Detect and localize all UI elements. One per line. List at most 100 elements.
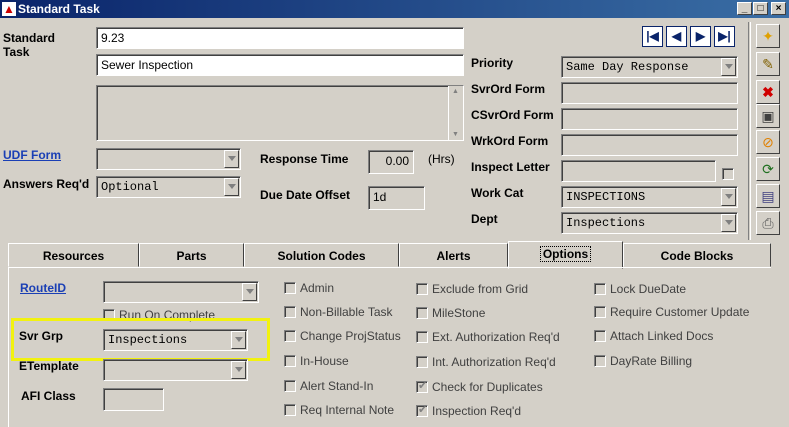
work-cat-value: INSPECTIONS — [566, 190, 646, 204]
udf-form-dropdown[interactable] — [96, 148, 241, 170]
priority-value: Same Day Response — [566, 60, 689, 74]
scroll-down-icon[interactable]: ▼ — [452, 131, 459, 138]
attach-linked-docs-checkbox[interactable]: Attach Linked Docs — [594, 329, 734, 343]
req-internal-note-label: Req Internal Note — [300, 403, 395, 417]
int-authorization-checkbox[interactable]: Int. Authorization Req'd — [416, 355, 576, 369]
route-id-dropdown[interactable] — [103, 281, 259, 303]
print-icon: ⎙ — [762, 215, 774, 231]
due-date-offset-field[interactable]: 1d — [368, 186, 425, 210]
admin-label: Admin — [300, 281, 335, 295]
udf-form-link[interactable]: UDF Form — [3, 148, 61, 162]
non-billable-task-label: Non-Billable Task — [300, 305, 393, 319]
standard-task-window: ▲ Standard Task _ □ × Standard Task 9.23… — [0, 0, 789, 427]
tab-resources[interactable]: Resources — [8, 243, 139, 267]
afi-class-field[interactable] — [103, 388, 164, 411]
picture-icon: ▤ — [761, 188, 775, 204]
chevron-down-icon[interactable] — [231, 361, 246, 379]
etemplate-dropdown[interactable] — [103, 359, 248, 381]
cancel-icon: ⊘ — [762, 134, 774, 150]
non-billable-task-checkbox[interactable]: Non-Billable Task — [284, 305, 404, 319]
chevron-down-icon[interactable] — [242, 283, 257, 301]
description-memo[interactable]: ▲ ▼ — [96, 85, 464, 141]
standard-task-label: Standard Task — [3, 31, 56, 59]
tab-parts[interactable]: Parts — [139, 243, 244, 267]
chevron-down-icon[interactable] — [224, 150, 239, 168]
req-internal-note-checkbox[interactable]: Req Internal Note — [284, 403, 404, 417]
first-record-icon: |◀ — [646, 29, 659, 43]
save-icon: ▣ — [761, 108, 775, 124]
save-button[interactable]: ▣ — [756, 104, 780, 128]
admin-checkbox[interactable]: Admin — [284, 281, 394, 295]
tab-solution-codes[interactable]: Solution Codes — [244, 243, 399, 267]
lock-duedate-checkbox[interactable]: Lock DueDate — [594, 282, 704, 296]
work-cat-label: Work Cat — [471, 186, 524, 200]
alert-stand-in-label: Alert Stand-In — [300, 379, 374, 393]
tab-options[interactable]: Options — [508, 241, 623, 269]
exclude-from-grid-checkbox[interactable]: Exclude from Grid — [416, 282, 546, 296]
last-record-button[interactable]: ▶| — [714, 26, 735, 47]
maximize-button[interactable]: □ — [753, 2, 768, 15]
inspect-letter-checkbox[interactable] — [722, 167, 736, 181]
response-time-label: Response Time — [260, 152, 349, 166]
refresh-button[interactable]: ⟳ — [756, 157, 780, 181]
delete-button[interactable]: ✖ — [756, 80, 780, 104]
scroll-up-icon[interactable]: ▲ — [452, 88, 459, 95]
print-button[interactable]: ⎙ — [756, 211, 780, 235]
priority-dropdown[interactable]: Same Day Response — [561, 56, 738, 78]
exclude-from-grid-label: Exclude from Grid — [432, 282, 529, 296]
csvrord-form-label: CSvrOrd Form — [471, 108, 554, 122]
edit-button[interactable]: ✎ — [756, 52, 780, 76]
int-authorization-label: Int. Authorization Req'd — [432, 355, 556, 369]
cancel-button[interactable]: ⊘ — [756, 130, 780, 154]
alert-stand-in-checkbox[interactable]: Alert Stand-In — [284, 379, 394, 393]
checkmark-icon: ✔ — [418, 404, 428, 416]
route-id-link[interactable]: RouteID — [20, 281, 66, 295]
chevron-down-icon[interactable] — [721, 188, 736, 206]
svrord-form-field[interactable] — [561, 82, 738, 104]
chevron-down-icon[interactable] — [721, 58, 736, 76]
minimize-button[interactable]: _ — [737, 2, 752, 15]
csvrord-form-field[interactable] — [561, 108, 738, 130]
answers-req-dropdown[interactable]: Optional — [96, 176, 241, 198]
tab-alerts[interactable]: Alerts — [399, 243, 508, 267]
inspection-req-label: Inspection Req'd — [432, 404, 522, 418]
chevron-down-icon[interactable] — [721, 214, 736, 232]
wrkord-form-field[interactable] — [561, 134, 738, 156]
task-code-field[interactable]: 9.23 — [96, 27, 464, 49]
inspection-req-checkbox[interactable]: ✔ Inspection Req'd — [416, 404, 536, 418]
next-record-icon: ▶ — [695, 29, 706, 43]
milestone-checkbox[interactable]: MileStone — [416, 306, 526, 320]
prev-record-button[interactable]: ◀ — [666, 26, 687, 47]
first-record-button[interactable]: |◀ — [642, 26, 663, 47]
inspect-letter-field[interactable] — [561, 160, 716, 182]
svrord-form-label: SvrOrd Form — [471, 82, 546, 96]
memo-scrollbar[interactable]: ▲ ▼ — [448, 86, 463, 140]
prev-record-icon: ◀ — [671, 29, 682, 43]
ext-authorization-checkbox[interactable]: Ext. Authorization Req'd — [416, 330, 576, 344]
response-time-field[interactable]: 0.00 — [368, 150, 414, 174]
dept-value: Inspections — [566, 216, 646, 230]
afi-class-label: AFI Class — [21, 389, 76, 403]
task-name-field[interactable]: Sewer Inspection — [96, 54, 464, 76]
milestone-label: MileStone — [432, 306, 486, 320]
check-for-duplicates-checkbox[interactable]: ✔ Check for Duplicates — [416, 380, 556, 394]
answers-req-label: Answers Req'd — [3, 177, 90, 191]
ext-authorization-label: Ext. Authorization Req'd — [432, 330, 560, 344]
work-cat-dropdown[interactable]: INSPECTIONS — [561, 186, 738, 208]
due-date-offset-label: Due Date Offset — [260, 188, 351, 202]
window-title: Standard Task — [18, 2, 100, 16]
close-button[interactable]: × — [771, 2, 786, 15]
next-record-button[interactable]: ▶ — [690, 26, 711, 47]
edit-icon: ✎ — [762, 56, 774, 72]
inspect-letter-label: Inspect Letter — [471, 160, 550, 174]
dayrate-billing-checkbox[interactable]: DayRate Billing — [594, 354, 714, 368]
picture-button[interactable]: ▤ — [756, 184, 780, 208]
dept-dropdown[interactable]: Inspections — [561, 212, 738, 234]
delete-icon: ✖ — [762, 84, 774, 100]
chevron-down-icon[interactable] — [224, 178, 239, 196]
new-button[interactable]: ✦ — [756, 24, 780, 48]
in-house-checkbox[interactable]: In-House — [284, 354, 394, 368]
tab-code-blocks[interactable]: Code Blocks — [623, 243, 771, 267]
require-customer-update-checkbox[interactable]: Require Customer Update — [594, 305, 764, 319]
change-projstatus-checkbox[interactable]: Change ProjStatus — [284, 329, 409, 343]
